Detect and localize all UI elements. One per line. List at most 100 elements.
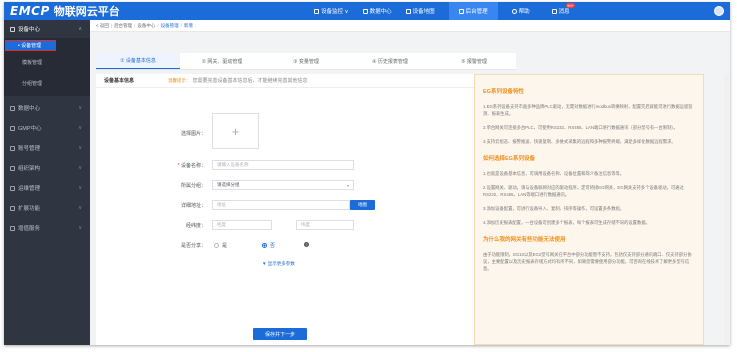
nav-label: 数据中心 bbox=[369, 9, 392, 15]
info-paragraph: 由于功能限制，EG10以及EG2型号网关在平台中部分功能暂不支持，包括仅支持部分… bbox=[483, 252, 692, 271]
share-yes-radio[interactable]: 是 bbox=[214, 242, 227, 249]
sidebar-item-organization[interactable]: 组织架构 ∨ bbox=[4, 158, 90, 178]
nav-help[interactable]: 帮助 bbox=[511, 2, 530, 20]
longitude-input[interactable]: 经度 bbox=[212, 220, 272, 230]
chevron-down-icon: ∨ bbox=[78, 145, 82, 151]
chevron-up-icon: ∧ bbox=[78, 26, 82, 32]
form-section-title: 设备基本信息 bbox=[104, 78, 135, 84]
form-hint-label: 温馨提示： bbox=[168, 77, 191, 83]
info-paragraph: 1.也就是设备基本信息，可调用设备名称、设备位置和简介备注信息等等。 bbox=[483, 171, 625, 176]
nav-data-center[interactable]: 数据中心 bbox=[362, 2, 392, 20]
map-button[interactable]: 地图 bbox=[350, 200, 375, 210]
map-pin-icon bbox=[405, 8, 411, 14]
nav-messages[interactable]: 消息 99+ bbox=[551, 2, 576, 20]
sidebar-item-extensions[interactable]: 扩展功能 ∨ bbox=[4, 198, 90, 218]
sidebar-submenu: • 设备管理 模板管理 分组管理 bbox=[4, 38, 90, 96]
radio-dot bbox=[214, 243, 219, 248]
sidebar-item-template-management[interactable]: 模板管理 bbox=[4, 51, 90, 73]
sidebar: 设备中心 ∧ • 设备管理 模板管理 分组管理 数据中心 ∨ GMP中心 ∨ 账… bbox=[4, 20, 90, 345]
nav-device-monitor[interactable]: 设备监控 ∨ bbox=[314, 2, 349, 20]
sidebar-item-group-management[interactable]: 分组管理 bbox=[4, 73, 90, 93]
sidebar-item-label: 运维管理 bbox=[18, 186, 41, 192]
service-icon bbox=[10, 225, 15, 231]
tab-variables[interactable]: ③ 变量管理 bbox=[264, 53, 348, 69]
tab-alarms[interactable]: ⑤ 报警管理 bbox=[432, 53, 516, 69]
share-label: 是否分享： bbox=[180, 243, 206, 249]
nav-device-map[interactable]: 设备地图 bbox=[405, 2, 435, 20]
data-icon bbox=[10, 105, 15, 111]
group-select[interactable]: 请选择分组 ▾ bbox=[212, 180, 354, 190]
sidebar-item-label: 数据中心 bbox=[18, 106, 41, 112]
coords-label: 经纬度： bbox=[185, 223, 206, 229]
avatar[interactable] bbox=[714, 6, 724, 16]
info-panel: EG系列设备特性 1.EG系列设备支持市面多种品牌PLC驱动，无需对数据进行mo… bbox=[474, 74, 704, 345]
sidebar-item-label: 扩展功能 bbox=[18, 206, 41, 212]
chevron-down-icon: ∨ bbox=[78, 125, 82, 131]
breadcrumb-item[interactable]: 设备管理 bbox=[161, 23, 179, 29]
breadcrumb-separator: / bbox=[134, 23, 136, 28]
scrollbar[interactable] bbox=[724, 74, 730, 345]
device-name-input[interactable]: 请输入设备名称 bbox=[212, 160, 354, 170]
sidebar-item-device-management[interactable]: • 设备管理 bbox=[5, 40, 56, 51]
chevron-down-icon: ∨ bbox=[78, 205, 82, 211]
settings-icon bbox=[458, 8, 464, 14]
breadcrumb-item[interactable]: 设备中心 bbox=[137, 23, 155, 29]
chevron-down-icon: ▾ bbox=[346, 182, 349, 188]
nav-label: 帮助 bbox=[518, 9, 530, 15]
info-paragraph: 1.EG系列设备支持市面多种品牌PLC驱动，无需对数据进行modbus转换映射，… bbox=[483, 104, 693, 116]
chart-icon bbox=[362, 8, 368, 14]
message-badge: 99+ bbox=[565, 3, 576, 8]
nav-label: 设备地图 bbox=[412, 9, 435, 15]
main-content: ① 设备基本信息 ② 网关、驱动管理 ③ 变量管理 ④ 历史报表管理 ⑤ 报警管… bbox=[90, 32, 730, 345]
tab-basic-info[interactable]: ① 设备基本信息 bbox=[96, 53, 180, 69]
tab-gateway-driver[interactable]: ② 网关、驱动管理 bbox=[180, 53, 264, 69]
chevron-down-icon: ∨ bbox=[78, 165, 82, 171]
back-link[interactable]: < 返回 bbox=[96, 23, 109, 29]
sidebar-item-label: 账号管理 bbox=[18, 146, 41, 152]
name-label: * 设备名称： bbox=[160, 162, 206, 169]
breadcrumb-current: 新增 bbox=[183, 22, 193, 28]
save-next-button[interactable]: 保存并下一步 bbox=[253, 328, 307, 340]
image-upload[interactable]: + bbox=[212, 113, 259, 149]
help-icon bbox=[511, 8, 517, 14]
chevron-down-icon: ∨ bbox=[78, 185, 82, 191]
name-label-text: 设备名称： bbox=[180, 163, 206, 169]
address-input[interactable]: 地址 bbox=[212, 200, 350, 210]
sidebar-item-gmp-center[interactable]: GMP中心 ∨ bbox=[4, 118, 90, 138]
share-no-radio[interactable]: 否 bbox=[262, 242, 275, 249]
sidebar-item-value-added[interactable]: 增值服务 ∨ bbox=[4, 218, 90, 238]
radio-label: 是 bbox=[222, 243, 228, 249]
chevron-down-icon: ∨ bbox=[78, 225, 82, 231]
form-hint-text: 您需要完善设备基本信息后，才能继续完善其他信息 bbox=[192, 78, 308, 84]
latitude-input[interactable]: 纬度 bbox=[296, 220, 354, 230]
breadcrumb-item[interactable]: 后台管理 bbox=[114, 23, 132, 29]
nav-admin[interactable]: 后台管理 bbox=[448, 2, 498, 20]
top-nav: 设备监控 ∨ 数据中心 设备地图 后台管理 帮助 消息 99+ bbox=[314, 2, 576, 20]
extension-icon bbox=[10, 205, 15, 211]
show-more-params-link[interactable]: ▼ 显示更多参数 bbox=[262, 261, 295, 267]
question-icon[interactable]: ? bbox=[304, 242, 309, 247]
form-header: 设备基本信息 温馨提示： 您需要完善设备基本信息后，才能继续完善其他信息 bbox=[96, 74, 474, 88]
group-select-value: 请选择分组 bbox=[217, 182, 240, 187]
breadcrumb-separator: / bbox=[180, 23, 182, 28]
info-paragraph: 3.添加设备配置，可进行设备导入、复制、排序等操作，可设置多条数组。 bbox=[483, 206, 625, 211]
step-tabs: ① 设备基本信息 ② 网关、驱动管理 ③ 变量管理 ④ 历史报表管理 ⑤ 报警管… bbox=[96, 53, 516, 70]
image-label: 选择图片： bbox=[180, 131, 206, 137]
sidebar-item-operations[interactable]: 运维管理 ∨ bbox=[4, 178, 90, 198]
info-paragraph: 2.设置网关、驱动，请与设备联网对应的驱动程序，定可将接EG网关，EG网关支持多… bbox=[483, 185, 684, 197]
ops-icon bbox=[10, 185, 15, 191]
address-label: 详细地址： bbox=[180, 203, 206, 209]
nav-label: 后台管理 bbox=[465, 9, 488, 15]
logo[interactable]: EMCP 物联网云平台 bbox=[4, 3, 120, 19]
sidebar-group-device-center[interactable]: 设备中心 ∧ bbox=[4, 20, 90, 38]
breadcrumb: < 返回 | 后台管理 / 设备中心 / 设备管理 / 新增 bbox=[90, 20, 730, 32]
sidebar-item-data-center[interactable]: 数据中心 ∨ bbox=[4, 98, 90, 118]
tab-history-reports[interactable]: ④ 历史报表管理 bbox=[348, 53, 432, 69]
group-label: 所属分组： bbox=[180, 183, 206, 189]
sidebar-item-account-management[interactable]: 账号管理 ∨ bbox=[4, 138, 90, 158]
breadcrumb-separator: | bbox=[110, 23, 113, 28]
chevron-down-icon: ∨ bbox=[78, 105, 82, 111]
logo-mark: EMCP bbox=[10, 4, 50, 18]
device-icon bbox=[10, 26, 15, 32]
message-icon bbox=[551, 8, 557, 14]
